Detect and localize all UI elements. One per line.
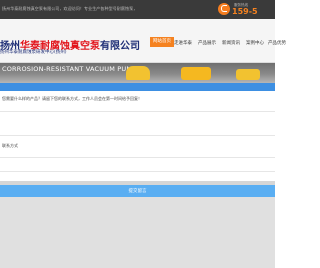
field-divider [0,135,275,136]
form-header-bar [0,83,275,91]
welcome-text: 扬州华泰耐腐蚀真空泵有限公司，欢迎访问！专业生产各种型号耐腐蚀泵， [2,6,138,11]
nav-item-advantages[interactable]: 产品优势 [268,40,286,46]
hero-banner: CORROSION-RESISTANT VACUUM PUMP [0,63,275,83]
form-question: 您需要什么样的产品？请留下您的联系方式，工作人员会在第一时间给予回复！ [2,96,142,101]
pump-image [236,69,260,80]
contact-field-label: 联系方式 [2,143,18,148]
phone-icon [218,3,230,15]
nav-item-products[interactable]: 产品展示 [198,40,216,46]
nav-item-cases[interactable]: 案例中心 [246,40,264,46]
nav-item-home[interactable]: 网站首页 [150,37,174,47]
banner-title: CORROSION-RESISTANT VACUUM PUMP [2,65,137,73]
submit-label: 提交留言 [128,189,147,194]
nav-item-news[interactable]: 新闻资讯 [222,40,240,46]
nav-item-about[interactable]: 走进华泰 [174,40,192,46]
pump-image [181,67,211,80]
hotline[interactable]: 服务热线 159-5 [215,0,275,19]
top-bar: 扬州华泰耐腐蚀真空泵有限公司，欢迎访问！专业生产各种型号耐腐蚀泵， 服务热线 1… [0,0,275,19]
pump-image [126,66,150,80]
message-form: 您需要什么样的产品？请留下您的联系方式，工作人员会在第一时间给予回复！ 联系方式 [0,91,275,181]
main-nav: 网站首页 走进华泰 产品展示 新闻资讯 案例中心 产品优势 [0,19,286,63]
field-divider [0,171,275,172]
submit-button[interactable]: 提交留言 [0,185,275,197]
message-field[interactable] [0,111,275,112]
hotline-number[interactable]: 159-5 [232,7,258,16]
contact-field[interactable] [0,157,275,158]
